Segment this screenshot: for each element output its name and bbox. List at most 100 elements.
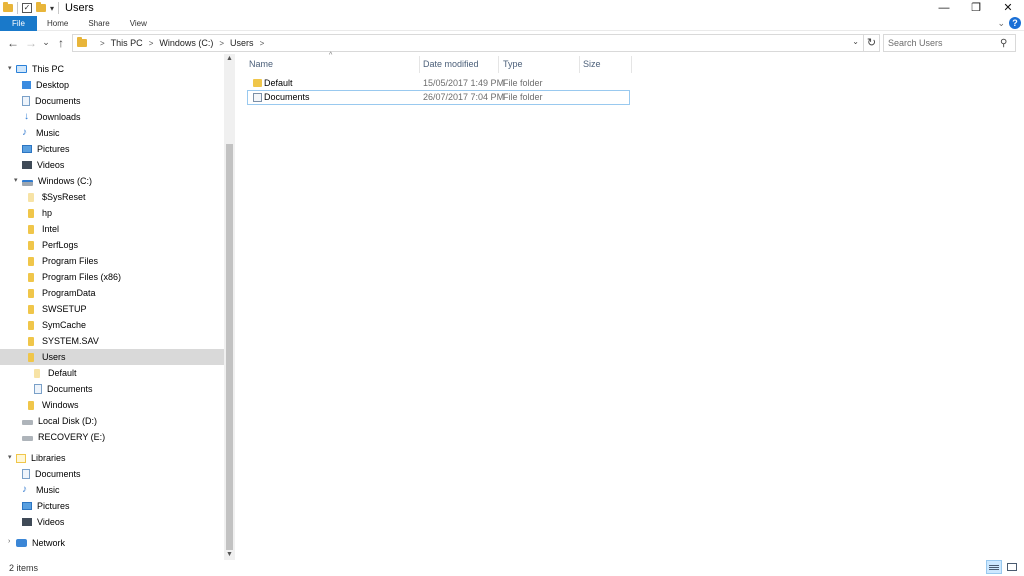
sidebar-item-videos[interactable]: Videos (22, 157, 224, 173)
music-icon: ♪ (22, 127, 27, 138)
column-divider[interactable] (419, 56, 420, 73)
drive-icon (22, 420, 33, 425)
column-header-type[interactable]: Type (503, 56, 579, 72)
sidebar-item-downloads[interactable]: ↓ Downloads (22, 109, 224, 125)
details-view-icon[interactable] (986, 560, 1002, 574)
windows-drive-icon (22, 179, 33, 186)
back-button[interactable]: ← (4, 36, 22, 50)
breadcrumb-windows-c[interactable]: Windows (C:) (159, 38, 213, 48)
column-header-name[interactable]: Name (249, 56, 419, 72)
column-header-size[interactable]: Size (583, 56, 631, 72)
table-row[interactable]: Documents 26/07/2017 7:04 PM File folder (247, 90, 630, 105)
tab-share[interactable]: Share (78, 16, 119, 31)
properties-icon[interactable]: ✓ (22, 3, 32, 13)
search-icon[interactable]: ⚲ (1000, 38, 1007, 49)
sidebar-item-users-documents[interactable]: Documents (34, 381, 224, 397)
sidebar-item-music[interactable]: ♪ Music (22, 125, 224, 141)
refresh-button[interactable]: ↻ (864, 34, 880, 52)
help-icon[interactable]: ? (1009, 17, 1021, 29)
sidebar-item-local-disk-d[interactable]: Local Disk (D:) (22, 413, 224, 429)
search-box[interactable]: ⚲ (883, 34, 1016, 52)
tab-view[interactable]: View (120, 16, 157, 31)
pictures-icon (22, 502, 32, 510)
address-bar[interactable]: > This PC > Windows (C:) > Users > ⌄ (72, 34, 864, 52)
sidebar-item-label: This PC (32, 64, 65, 74)
search-input[interactable] (884, 38, 1000, 48)
chevron-down-icon[interactable]: ▾ (8, 453, 12, 461)
recent-locations-button[interactable]: ⌄ (40, 37, 52, 48)
close-button[interactable]: ✕ (992, 0, 1024, 16)
sidebar-item-sysreset[interactable]: $SysReset (28, 189, 224, 205)
breadcrumb-separator[interactable]: > (100, 39, 105, 48)
customize-toolbar-icon[interactable]: ▾ (50, 4, 54, 13)
breadcrumb-separator[interactable]: > (260, 39, 265, 48)
sidebar-item-pictures[interactable]: Pictures (22, 141, 224, 157)
sidebar-item-libraries[interactable]: Libraries (16, 450, 224, 466)
sidebar-item-symcache[interactable]: SymCache (28, 317, 224, 333)
sidebar-item-users[interactable]: Users (0, 349, 224, 365)
sidebar-item-intel[interactable]: Intel (28, 221, 224, 237)
sidebar-item-network[interactable]: Network (16, 535, 224, 551)
chevron-down-icon[interactable]: ▾ (14, 176, 18, 184)
sidebar-item-label: Program Files (x86) (42, 272, 122, 282)
breadcrumb-users[interactable]: Users (230, 38, 254, 48)
scroll-down-icon[interactable]: ▼ (224, 550, 235, 560)
sidebar-item-label: Intel (42, 224, 60, 234)
folder-icon (28, 208, 34, 218)
scrollbar-thumb[interactable] (226, 144, 233, 550)
file-date-modified: 26/07/2017 7:04 PM (423, 92, 505, 102)
breadcrumb-separator[interactable]: > (219, 39, 224, 48)
sidebar-item-libraries-pictures[interactable]: Pictures (22, 498, 224, 514)
column-divider[interactable] (498, 56, 499, 73)
minimize-button[interactable]: — (928, 0, 960, 16)
breadcrumb-separator[interactable]: > (149, 39, 154, 48)
documents-folder-icon (253, 93, 262, 102)
sidebar-item-libraries-music[interactable]: ♪ Music (22, 482, 224, 498)
sidebar-item-program-files-x86[interactable]: Program Files (x86) (28, 269, 224, 285)
chevron-down-icon[interactable]: ▾ (8, 64, 12, 72)
sidebar-item-libraries-videos[interactable]: Videos (22, 514, 224, 530)
sidebar-item-this-pc[interactable]: This PC (16, 61, 224, 77)
quick-access-toolbar: ✓ ▾ (0, 0, 60, 16)
folder-icon (77, 37, 87, 47)
sidebar-item-recovery-e[interactable]: RECOVERY (E:) (22, 429, 224, 445)
sidebar-item-system-sav[interactable]: SYSTEM.SAV (28, 333, 224, 349)
sidebar-item-hp[interactable]: hp (28, 205, 224, 221)
sidebar-item-label: RECOVERY (E:) (38, 432, 106, 442)
forward-button[interactable]: → (22, 36, 40, 50)
navigation-scrollbar[interactable]: ▲ ▼ (224, 54, 235, 560)
sidebar-item-desktop[interactable]: Desktop (22, 77, 224, 93)
up-button[interactable]: ↑ (52, 36, 70, 50)
column-divider[interactable] (579, 56, 580, 73)
item-count: 2 items (9, 563, 39, 573)
sidebar-item-windows-c[interactable]: Windows (C:) (22, 173, 224, 189)
sidebar-item-libraries-documents[interactable]: Documents (22, 466, 224, 482)
sidebar-item-label: Documents (47, 384, 93, 394)
table-row[interactable]: Default 15/05/2017 1:49 PM File folder (247, 76, 630, 91)
sidebar-item-program-files[interactable]: Program Files (28, 253, 224, 269)
new-folder-icon[interactable] (36, 2, 46, 12)
sidebar-item-default[interactable]: Default (34, 365, 224, 381)
sidebar-item-swsetup[interactable]: SWSETUP (28, 301, 224, 317)
tab-home[interactable]: Home (37, 16, 78, 31)
sidebar-item-perflogs[interactable]: PerfLogs (28, 237, 224, 253)
tab-file[interactable]: File (0, 15, 37, 31)
breadcrumb-this-pc[interactable]: This PC (111, 38, 143, 48)
chevron-right-icon[interactable]: › (8, 538, 10, 545)
folder-icon (28, 320, 34, 330)
folder-icon (28, 288, 34, 298)
title-bar: ✓ ▾ Users — ❐ ✕ (0, 0, 1024, 16)
sidebar-item-programdata[interactable]: ProgramData (28, 285, 224, 301)
sidebar-item-label: SWSETUP (42, 304, 87, 314)
large-icons-view-icon[interactable] (1004, 560, 1020, 574)
sidebar-item-windows[interactable]: Windows (28, 397, 224, 413)
expand-ribbon-icon[interactable]: ⌄ (997, 18, 1005, 29)
scroll-up-icon[interactable]: ▲ (224, 54, 235, 64)
videos-icon (22, 518, 32, 526)
restore-button[interactable]: ❐ (960, 0, 992, 16)
sidebar-item-label: ProgramData (42, 288, 96, 298)
address-dropdown-icon[interactable]: ⌄ (852, 37, 859, 46)
column-header-date-modified[interactable]: Date modified (423, 56, 501, 72)
sidebar-item-documents[interactable]: Documents (22, 93, 224, 109)
column-divider[interactable] (631, 56, 632, 73)
